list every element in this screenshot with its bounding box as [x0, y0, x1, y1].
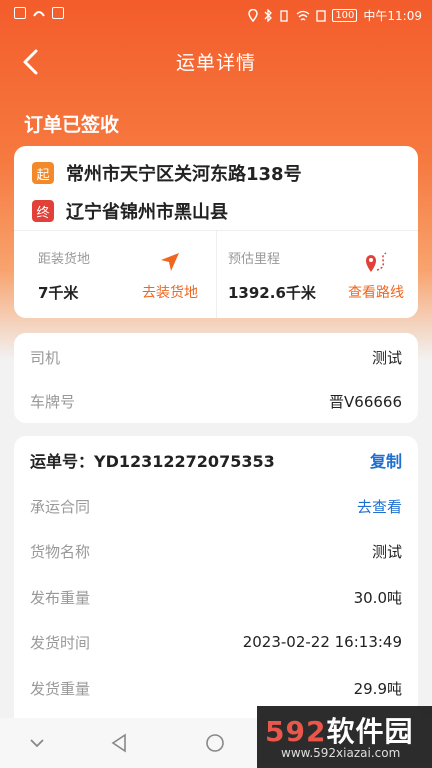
end-address: 辽宁省锦州市黑山县: [66, 202, 228, 223]
goods-name-label: 货物名称: [30, 542, 91, 561]
waybill-number: 运单号：YD12312272075353: [30, 452, 275, 471]
watermark-brand-num: 592: [265, 715, 327, 748]
publish-weight-value: 30.0吨: [353, 588, 402, 607]
view-route-button[interactable]: 查看路线: [340, 250, 412, 302]
divider: [216, 230, 217, 318]
mileage-value: 1392.6千米: [228, 284, 316, 302]
route-card: 起 常州市天宁区关河东路138号 终 辽宁省锦州市黑山县 距装货地 7千米 去装…: [14, 146, 418, 318]
start-tag: 起: [32, 162, 54, 184]
goods-name-row: 货物名称 测试: [30, 531, 402, 571]
app-logo-icon: [33, 11, 45, 17]
sim-icon: [316, 9, 326, 22]
driver-label: 司机: [30, 348, 61, 367]
plate-value: 晋V66666: [329, 392, 402, 411]
ship-weight-value: 29.9吨: [353, 679, 402, 698]
ship-weight-label: 发货重量: [30, 679, 91, 698]
plate-label: 车牌号: [30, 392, 76, 411]
end-tag: 终: [32, 200, 54, 222]
app-bar: 运单详情: [0, 34, 432, 90]
watermark-brand-text: 软件园: [326, 715, 414, 748]
location-icon: [248, 9, 259, 22]
notification-icon: [14, 7, 26, 19]
contract-row: 承运合同 去查看: [30, 486, 402, 526]
chevron-down-icon[interactable]: [28, 734, 46, 752]
status-bar: 100 中午11:09: [0, 0, 432, 30]
home-circle-icon[interactable]: [204, 732, 226, 754]
publish-weight-label: 发布重量: [30, 588, 91, 607]
route-pin-icon: [366, 252, 387, 272]
battery-indicator: 100: [332, 9, 358, 22]
contract-label: 承运合同: [30, 497, 91, 516]
watermark-brand: 592软件园: [265, 710, 413, 750]
navigation-arrow-icon: [161, 253, 179, 271]
driver-row: 司机 测试: [30, 337, 402, 377]
copy-button[interactable]: 复制: [370, 448, 402, 472]
ship-time-label: 发货时间: [30, 633, 91, 652]
bluetooth-icon: [264, 9, 273, 22]
ship-weight-row: 发货重量 29.9吨: [30, 668, 402, 708]
go-loading-button[interactable]: 去装货地: [130, 250, 210, 302]
view-contract-link[interactable]: 去查看: [357, 496, 402, 517]
watermark: 592软件园 www.592xiazai.com: [257, 706, 432, 768]
watermark-url: www.592xiazai.com: [281, 746, 401, 760]
driver-card: 司机 测试 车牌号 晋V66666: [14, 333, 418, 423]
back-triangle-icon[interactable]: [108, 732, 130, 754]
driver-value: 测试: [371, 348, 402, 367]
ship-time-row: 发货时间 2023-02-22 16:13:49: [30, 622, 402, 662]
distance-label: 距装货地: [38, 252, 91, 267]
publish-weight-row: 发布重量 30.0吨: [30, 577, 402, 617]
wifi-icon: [296, 10, 310, 20]
message-icon: [52, 7, 64, 19]
waybill-number-row: 运单号：YD12312272075353 复制: [30, 448, 402, 472]
view-route-label: 查看路线: [348, 285, 404, 301]
waybill-card: 运单号：YD12312272075353 复制 承运合同 去查看 货物名称 测试…: [14, 436, 418, 726]
end-address-row: 终 辽宁省锦州市黑山县: [32, 198, 228, 224]
ship-time-value: 2023-02-22 16:13:49: [242, 633, 402, 651]
go-loading-label: 去装货地: [142, 285, 198, 301]
plate-row: 车牌号 晋V66666: [30, 381, 402, 421]
mileage-label: 预估里程: [228, 252, 281, 267]
order-status-title: 订单已签收: [24, 114, 120, 136]
vibrate-icon: [280, 9, 288, 22]
start-address: 常州市天宁区关河东路138号: [66, 164, 302, 185]
page-title: 运单详情: [175, 52, 256, 74]
goods-name-value: 测试: [371, 542, 402, 561]
start-address-row: 起 常州市天宁区关河东路138号: [32, 160, 302, 186]
status-time: 中午11:09: [363, 9, 422, 23]
distance-value: 7千米: [38, 284, 79, 302]
